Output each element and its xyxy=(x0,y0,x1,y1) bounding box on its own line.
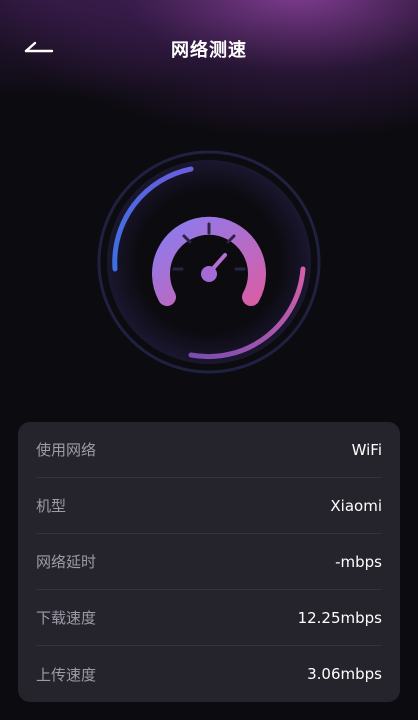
download-label: 下载速度 xyxy=(36,609,97,627)
info-row-upload: 上传速度 3.06mbps xyxy=(36,646,382,702)
dial-hub xyxy=(201,266,217,282)
upload-value: 3.06mbps xyxy=(307,665,382,683)
download-value: 12.25mbps xyxy=(297,608,382,627)
latency-label: 网络延时 xyxy=(36,553,97,571)
upload-label: 上传速度 xyxy=(36,665,97,684)
page-title: 网络测速 xyxy=(171,40,247,61)
latency-value: -mbps xyxy=(335,552,382,571)
speed-gauge xyxy=(96,149,322,375)
network-label: 使用网络 xyxy=(36,441,97,459)
network-info-card: 使用网络 WiFi 机型 Xiaomi 网络延时 -mbps 下载速度 12.2… xyxy=(18,422,400,702)
info-row-network: 使用网络 WiFi xyxy=(36,422,382,478)
info-row-download: 下载速度 12.25mbps xyxy=(36,590,382,646)
speedometer-icon xyxy=(97,150,321,374)
network-value: WiFi xyxy=(351,440,382,459)
model-value: Xiaomi xyxy=(330,496,382,515)
info-row-model: 机型 Xiaomi xyxy=(36,478,382,534)
header: 网络测速 xyxy=(0,0,418,98)
info-row-latency: 网络延时 -mbps xyxy=(36,534,382,590)
model-label: 机型 xyxy=(36,497,67,515)
